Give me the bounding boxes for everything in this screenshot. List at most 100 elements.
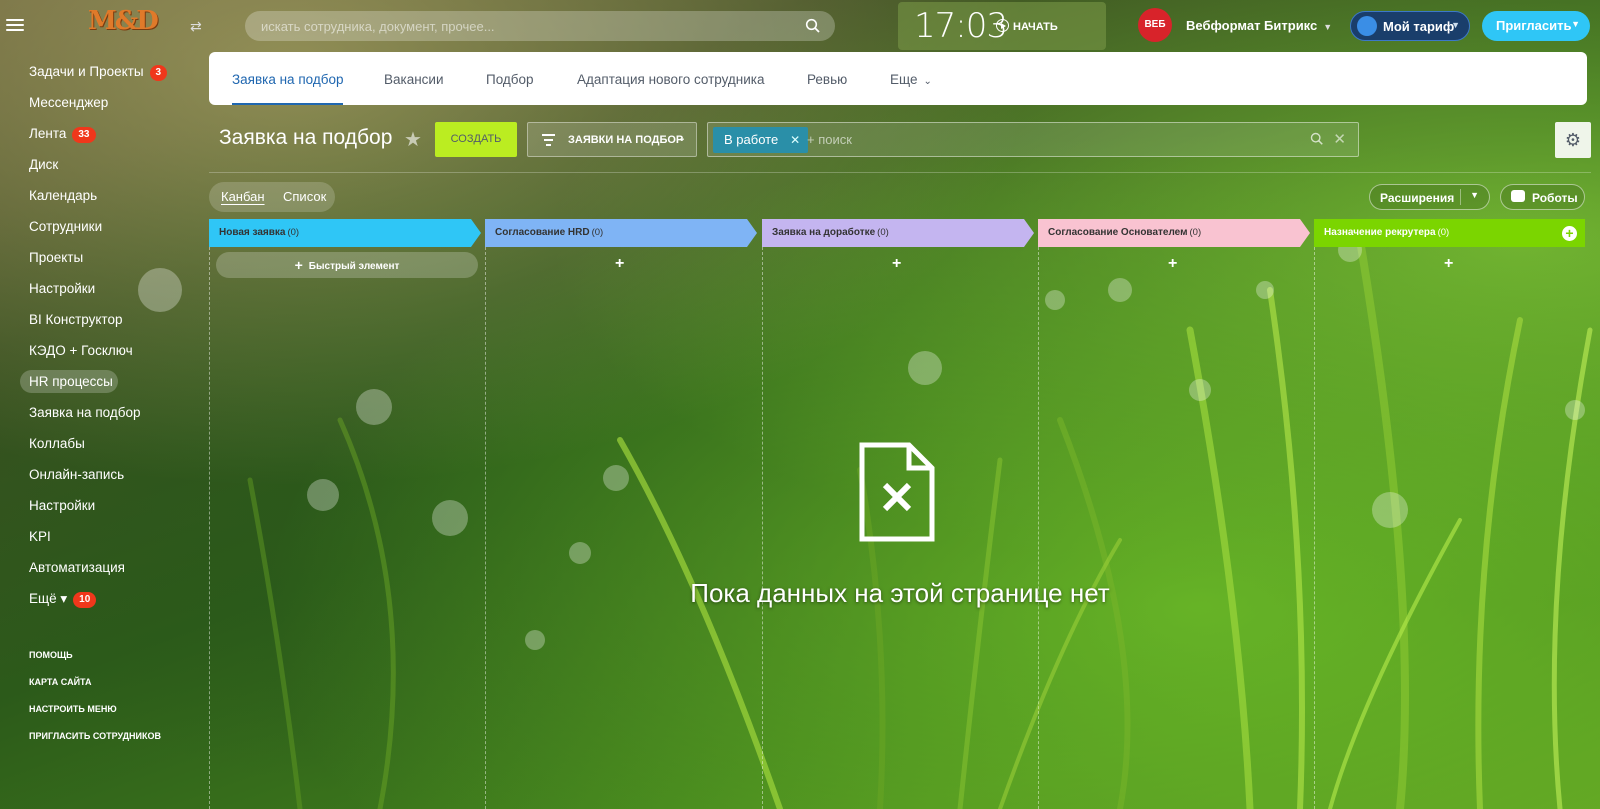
sidebar-item-settings-2[interactable]: Настройки	[0, 490, 205, 521]
workday-clock[interactable]: 17:03 НАЧАТЬ	[898, 2, 1106, 50]
kanban-stage[interactable]: Согласование HRD (0)	[485, 219, 757, 247]
stage-count: (0)	[591, 227, 604, 238]
tab-recruitment-request[interactable]: Заявка на подбор	[232, 52, 344, 105]
sidebar-item-label: BI Конструктор	[29, 312, 123, 327]
view-list[interactable]: Список	[283, 189, 326, 204]
robots-label: Роботы	[1532, 191, 1578, 205]
stage-arrow	[471, 219, 481, 247]
stage-name: Заявка на доработке	[772, 227, 876, 238]
kanban-stage[interactable]: Заявка на доработке (0)	[762, 219, 1034, 247]
add-item-icon[interactable]: +	[615, 255, 624, 273]
sidebar-item-hr-processes[interactable]: HR процессы	[0, 366, 205, 397]
configure-menu-link[interactable]: НАСТРОИТЬ МЕНЮ	[29, 696, 161, 723]
global-search-input[interactable]	[245, 11, 835, 41]
stage-count: (0)	[1189, 227, 1202, 238]
company-brand-logo[interactable]: M&D	[88, 6, 159, 44]
filter-search-box[interactable]: В работе ✕ + поиск ✕	[707, 122, 1359, 157]
sidebar-item-messenger[interactable]: Мессенджер	[0, 87, 205, 118]
view-kanban[interactable]: Канбан	[221, 189, 265, 204]
stage-arrow	[1024, 219, 1034, 247]
sidebar-item-kpi[interactable]: KPI	[0, 521, 205, 552]
sidebar-item-label: КЭДО + Госключ	[29, 343, 133, 358]
sidebar-item-tasks[interactable]: Задачи и Проекты 3	[0, 56, 205, 87]
column-divider	[209, 247, 210, 809]
sidebar-item-employees[interactable]: Сотрудники	[0, 211, 205, 242]
kanban-stage[interactable]: Назначение рекрутера (0)	[1314, 219, 1585, 247]
kanban-stage[interactable]: Согласование Основателем (0)	[1038, 219, 1310, 247]
start-workday-button[interactable]: НАЧАТЬ	[996, 19, 1058, 33]
sidebar-item-kedo[interactable]: КЭДО + Госключ	[0, 335, 205, 366]
gear-icon[interactable]: ⚙	[1555, 122, 1591, 158]
sidebar-item-calendar[interactable]: Календарь	[0, 180, 205, 211]
sidebar-item-label: Настройки	[29, 281, 96, 296]
my-tariff-button[interactable]: Мой тариф ▼	[1350, 11, 1470, 41]
counter-badge: 3	[149, 65, 168, 81]
sidebar-item-more[interactable]: Ещё ▾ 10	[0, 583, 205, 614]
sidebar-item-online-booking[interactable]: Онлайн-запись	[0, 459, 205, 490]
add-stage-icon[interactable]: +	[1562, 226, 1577, 241]
sidebar-item-settings[interactable]: Настройки	[0, 273, 205, 304]
add-item-icon[interactable]: +	[1444, 255, 1453, 273]
tab-onboarding[interactable]: Адаптация нового сотрудника	[577, 52, 765, 105]
sidebar-item-label: Задачи и Проекты	[29, 64, 144, 79]
sidebar-item-label: Ещё	[29, 591, 57, 606]
filter-icon	[542, 134, 555, 149]
column-divider	[1038, 247, 1039, 809]
close-icon[interactable]: ✕	[790, 127, 800, 153]
column-divider	[485, 247, 486, 809]
star-icon[interactable]: ★	[404, 127, 422, 152]
chevron-down-icon: ▼	[1571, 19, 1580, 29]
create-button[interactable]: СОЗДАТЬ	[435, 122, 517, 157]
sidebar-item-disk[interactable]: Диск	[0, 149, 205, 180]
plus-icon: +	[294, 257, 303, 273]
filter-preset-button[interactable]: ЗАЯВКИ НА ПОДБОР ⌄	[527, 122, 697, 157]
sidebar-item-feed[interactable]: Лента 33	[0, 118, 205, 149]
sidebar-item-label: Календарь	[29, 188, 98, 203]
divider	[209, 172, 1591, 173]
tab-more[interactable]: Еще ⌄	[890, 52, 932, 105]
tariff-icon	[1357, 16, 1377, 36]
stage-name: Новая заявка	[219, 227, 286, 238]
company-avatar[interactable]: ВЕБ	[1138, 8, 1172, 42]
invite-button[interactable]: Пригласить ▼	[1482, 11, 1590, 41]
tab-vacancies[interactable]: Вакансии	[384, 52, 444, 105]
sidebar-item-label: Автоматизация	[29, 560, 125, 575]
tab-selection[interactable]: Подбор	[486, 52, 534, 105]
sidebar-item-label: HR процессы	[29, 374, 113, 389]
clear-icon[interactable]: ✕	[1333, 130, 1346, 148]
filter-chip[interactable]: В работе ✕	[713, 127, 809, 153]
hamburger-menu-icon[interactable]	[6, 16, 24, 34]
column-divider	[1314, 247, 1315, 809]
invite-employees-link[interactable]: ПРИГЛАСИТЬ СОТРУДНИКОВ	[29, 723, 161, 750]
sidebar-item-label: Мессенджер	[29, 95, 109, 110]
extensions-button[interactable]: Расширения ▼	[1369, 184, 1490, 210]
sidebar-item-recruitment-request[interactable]: Заявка на подбор	[0, 397, 205, 428]
quick-add-button[interactable]: + Быстрый элемент	[216, 252, 478, 278]
play-icon	[996, 19, 1009, 32]
swap-icon[interactable]: ⇄	[190, 18, 202, 35]
sidebar-item-label: Заявка на подбор	[29, 405, 141, 420]
chevron-down-icon: ⌄	[923, 76, 932, 87]
filter-search-input[interactable]: + поиск	[807, 132, 852, 147]
add-item-icon[interactable]: +	[892, 255, 901, 273]
chevron-down-icon: ⌄	[677, 133, 686, 144]
add-item-icon[interactable]: +	[1168, 255, 1177, 273]
stage-name: Согласование Основателем	[1048, 227, 1188, 238]
chevron-down-icon[interactable]: ▼	[1470, 190, 1479, 200]
robots-button[interactable]: Роботы	[1500, 184, 1585, 210]
help-link[interactable]: ПОМОЩЬ	[29, 642, 161, 669]
sidebar-item-automation[interactable]: Автоматизация	[0, 552, 205, 583]
search-icon[interactable]	[1310, 132, 1324, 146]
sidebar-item-projects[interactable]: Проекты	[0, 242, 205, 273]
sitemap-link[interactable]: КАРТА САЙТА	[29, 669, 161, 696]
global-search[interactable]	[245, 11, 835, 41]
stage-count: (0)	[1437, 227, 1450, 238]
company-menu[interactable]: Вебформат Битрикс ▼	[1186, 18, 1332, 33]
sidebar-item-collabs[interactable]: Коллабы	[0, 428, 205, 459]
sidebar-item-bi-builder[interactable]: BI Конструктор	[0, 304, 205, 335]
tab-review[interactable]: Ревью	[807, 52, 847, 105]
filter-preset-label: ЗАЯВКИ НА ПОДБОР	[568, 134, 684, 146]
extensions-label: Расширения	[1380, 191, 1455, 205]
search-icon[interactable]	[805, 18, 821, 34]
kanban-stage[interactable]: Новая заявка (0)	[209, 219, 481, 247]
